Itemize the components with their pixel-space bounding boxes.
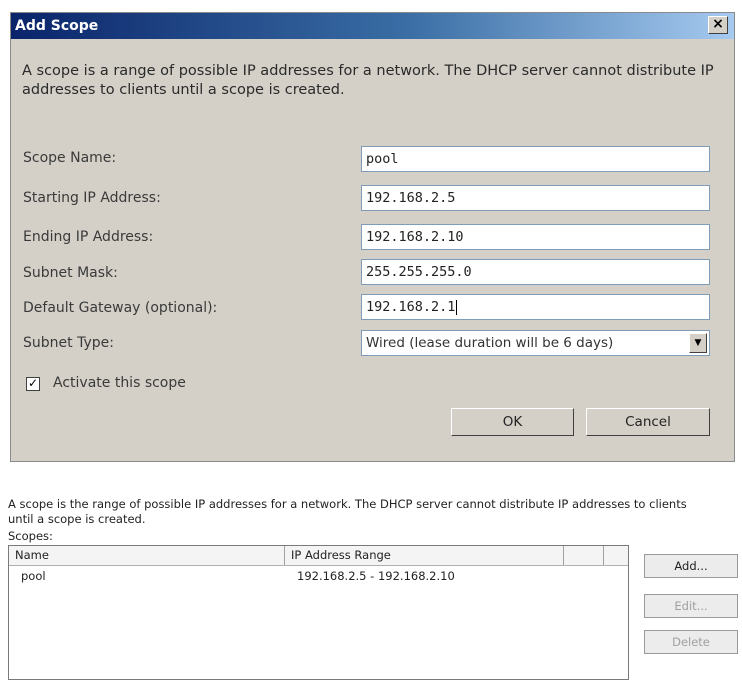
cancel-button[interactable]: Cancel: [586, 408, 710, 436]
default-gateway-label: Default Gateway (optional):: [23, 300, 218, 316]
list-header: Name IP Address Range: [9, 546, 628, 566]
subnet-mask-field[interactable]: 255.255.255.0: [361, 259, 710, 285]
subnet-mask-label: Subnet Mask:: [23, 265, 118, 281]
column-header-ip-range[interactable]: IP Address Range: [285, 546, 564, 565]
starting-ip-label: Starting IP Address:: [23, 190, 161, 206]
scope-name-field[interactable]: pool: [361, 146, 710, 172]
dropdown-arrow-icon[interactable]: ▼: [689, 333, 707, 353]
scope-row-range: 192.168.2.5 - 192.168.2.10: [297, 569, 455, 583]
subnet-type-label: Subnet Type:: [23, 335, 114, 351]
add-button[interactable]: Add...: [644, 554, 738, 578]
title-bar[interactable]: Add Scope ×: [11, 13, 734, 39]
close-icon: ×: [712, 16, 724, 32]
close-button[interactable]: ×: [708, 16, 728, 34]
starting-ip-field[interactable]: 192.168.2.5: [361, 185, 710, 211]
scopes-description: A scope is the range of possible IP addr…: [8, 497, 687, 526]
ending-ip-field[interactable]: 192.168.2.10: [361, 224, 710, 250]
ok-button[interactable]: OK: [451, 408, 574, 436]
subnet-type-select[interactable]: Wired (lease duration will be 6 days) ▼: [361, 330, 710, 356]
scopes-label: Scopes:: [8, 529, 53, 543]
activate-scope-label[interactable]: Activate this scope: [53, 375, 186, 391]
checkmark-icon: ✓: [27, 376, 39, 390]
scope-name-label: Scope Name:: [23, 150, 117, 166]
edit-button[interactable]: Edit...: [644, 594, 738, 618]
dialog-title: Add Scope: [15, 18, 99, 34]
column-header-blank[interactable]: [564, 546, 604, 565]
text-caret: [456, 299, 458, 315]
scopes-list[interactable]: Name IP Address Range pool 192.168.2.5 -…: [8, 545, 629, 680]
activate-scope-checkbox[interactable]: ✓: [26, 377, 40, 391]
delete-button[interactable]: Delete: [644, 630, 738, 654]
ending-ip-label: Ending IP Address:: [23, 229, 154, 245]
default-gateway-field[interactable]: 192.168.2.1: [361, 294, 710, 320]
column-header-name[interactable]: Name: [9, 546, 285, 565]
dialog-description: A scope is a range of possible IP addres…: [22, 63, 714, 98]
default-gateway-value: 192.168.2.1: [366, 299, 456, 315]
scope-row-name: pool: [21, 569, 46, 583]
subnet-type-value: Wired (lease duration will be 6 days): [366, 335, 614, 351]
